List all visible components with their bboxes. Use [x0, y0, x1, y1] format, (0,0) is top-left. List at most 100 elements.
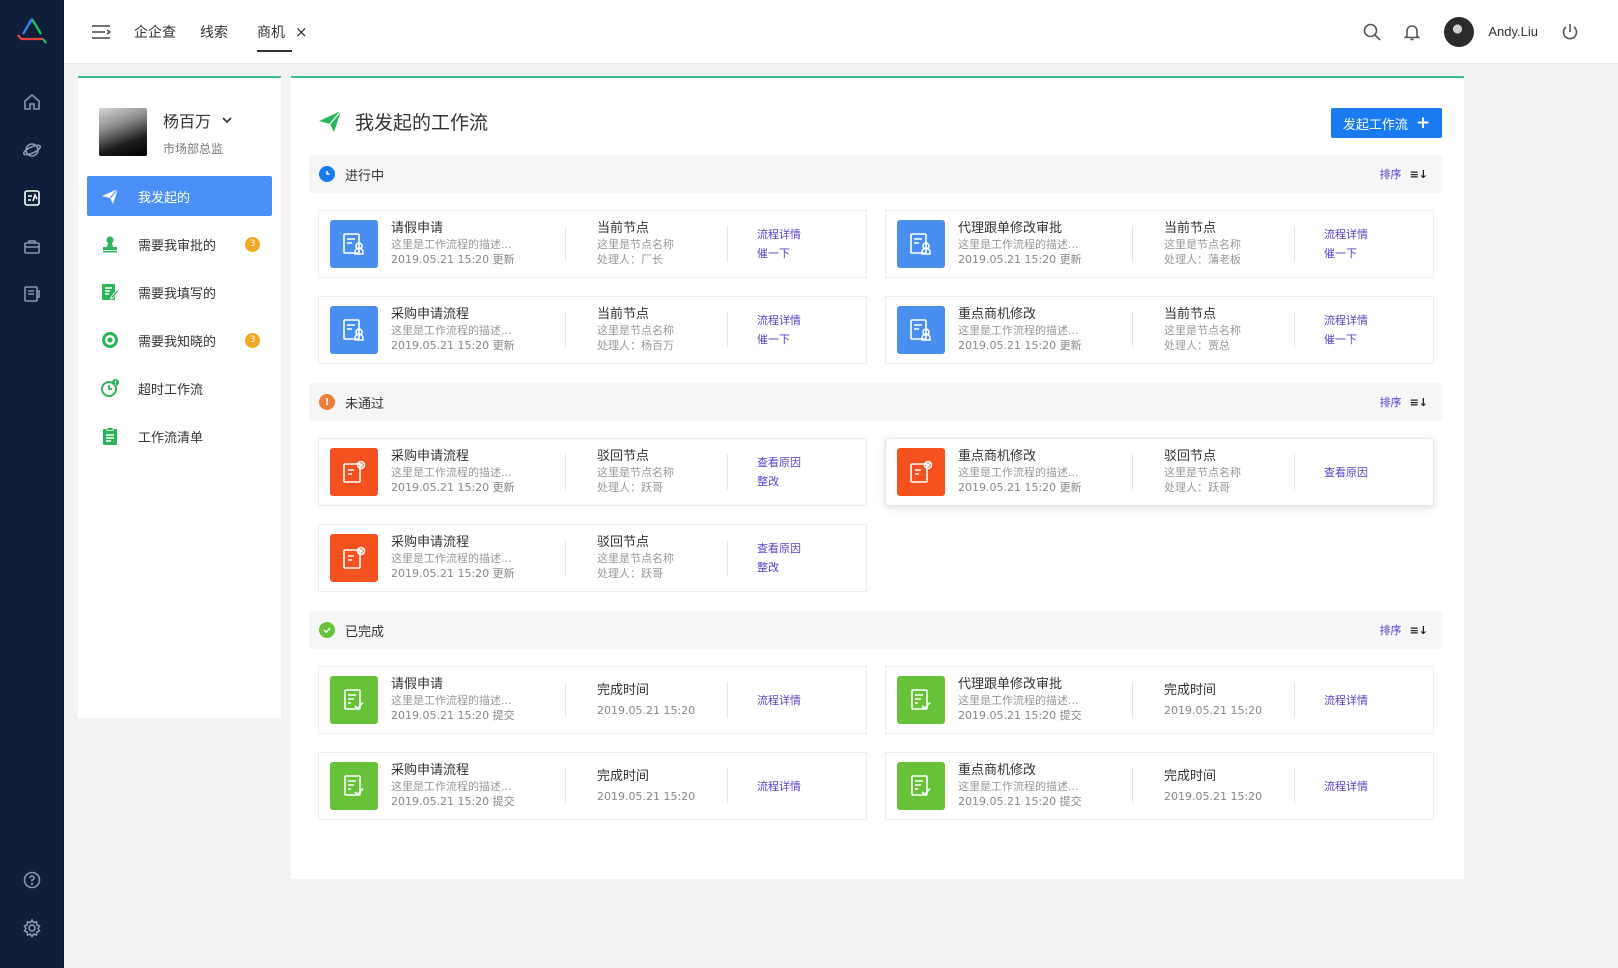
- card-desc: 这里是工作流程的描述...: [958, 466, 1079, 479]
- workflow-card[interactable]: 重点商机修改 这里是工作流程的描述... 2019.05.21 15:20 更新 驳…: [885, 438, 1434, 506]
- flow-detail-link[interactable]: 流程详情: [1324, 777, 1368, 796]
- divider: [565, 454, 566, 490]
- divider: [1132, 226, 1133, 262]
- view-reason-link[interactable]: 查看原因: [757, 453, 801, 472]
- workflow-card[interactable]: 采购申请流程 这里是工作流程的描述... 2019.05.21 15:20 提交 完…: [318, 752, 867, 820]
- workflow-card[interactable]: 重点商机修改 这里是工作流程的描述... 2019.05.21 15:20 提交 完…: [885, 752, 1434, 820]
- eye-icon: [99, 329, 121, 351]
- triangle-logo-icon: [17, 18, 47, 44]
- rail-home[interactable]: [0, 78, 64, 126]
- tab-opportunity[interactable]: 商机 ×: [257, 0, 308, 64]
- rejected-form-icon: [330, 534, 378, 582]
- card-time: 2019.05.21 15:20 更新: [391, 481, 515, 494]
- card-desc: 这里是工作流程的描述...: [391, 466, 512, 479]
- sort-button[interactable]: 排序 ≡↓: [1380, 166, 1428, 182]
- handler: 处理人：跃哥: [597, 567, 663, 580]
- view-reason-link[interactable]: 查看原因: [757, 539, 801, 558]
- workflow-card[interactable]: 重点商机修改 这里是工作流程的描述... 2019.05.21 15:20 更新 当…: [885, 296, 1434, 364]
- menu-toggle-button[interactable]: [90, 21, 112, 43]
- profile-name[interactable]: 杨百万: [163, 108, 233, 132]
- nav-item-notify[interactable]: 需要我知晓的 3: [87, 320, 272, 360]
- workflow-card[interactable]: 请假申请 这里是工作流程的描述... 2019.05.21 15:20 更新 当前节…: [318, 210, 867, 278]
- main-content: 我发起的工作流 发起工作流 + 进行中 排序 ≡↓ 请假申请 这里是工作流程的描述.…: [291, 76, 1464, 879]
- handler: 处理人：跃哥: [1164, 481, 1230, 494]
- logout-button[interactable]: [1550, 12, 1590, 52]
- app-logo[interactable]: [0, 0, 64, 64]
- avatar[interactable]: [1444, 16, 1475, 47]
- nav-item-fill[interactable]: 需要我填写的: [87, 272, 272, 312]
- divider: [727, 226, 728, 262]
- card-desc: 这里是工作流程的描述...: [391, 552, 512, 565]
- tab-qiqicha[interactable]: 企企查: [134, 0, 176, 64]
- workflow-card[interactable]: 采购申请流程这里是工作流程的描述... 2019.05.21 15:20 更新 驳…: [318, 438, 867, 506]
- workflow-icon: [24, 190, 40, 206]
- rail-briefcase[interactable]: [0, 222, 64, 270]
- workflow-card[interactable]: 代理跟单修改审批 这里是工作流程的描述... 2019.05.21 15:20 提交…: [885, 666, 1434, 734]
- section-title: 未通过: [345, 396, 385, 412]
- user-profile[interactable]: 杨百万 市场部总监: [78, 78, 281, 166]
- remind-link[interactable]: 催一下: [757, 244, 801, 263]
- node-name: 这里是节点名称: [597, 324, 674, 337]
- node-name: 这里是节点名称: [597, 466, 674, 479]
- divider: [1132, 312, 1133, 348]
- settings-icon: [23, 918, 41, 938]
- divider: [565, 312, 566, 348]
- rejected-form-icon: [330, 448, 378, 496]
- tab-clues[interactable]: 线索: [200, 0, 228, 64]
- card-title: 采购申请流程: [391, 449, 470, 464]
- flow-detail-link[interactable]: 流程详情: [757, 691, 801, 710]
- sort-label: 排序: [1379, 396, 1402, 409]
- sort-label: 排序: [1379, 168, 1402, 181]
- search-button[interactable]: [1352, 12, 1392, 52]
- sort-button[interactable]: 排序 ≡↓: [1380, 394, 1428, 410]
- workflow-card[interactable]: 代理跟单修改审批 这里是工作流程的描述... 2019.05.21 15:20 更新…: [885, 210, 1434, 278]
- handler: 处理人：蒲老板: [1164, 253, 1241, 266]
- card-desc: 这里是工作流程的描述...: [391, 324, 512, 337]
- nav-item-initiated[interactable]: 我发起的: [87, 176, 272, 216]
- finish-time: 2019.05.21 15:20: [1164, 703, 1263, 717]
- flow-detail-link[interactable]: 流程详情: [1324, 311, 1368, 330]
- workflow-card[interactable]: 采购申请流程 这里是工作流程的描述... 2019.05.21 15:20 更新 当…: [318, 296, 867, 364]
- flow-detail-link[interactable]: 流程详情: [1324, 691, 1368, 710]
- rail-workflow[interactable]: [0, 174, 64, 222]
- node-title: 完成时间: [597, 682, 650, 698]
- form-approval-icon: [897, 220, 945, 268]
- flow-detail-link[interactable]: 流程详情: [757, 777, 801, 796]
- node-name: 这里是节点名称: [1164, 324, 1241, 337]
- flow-detail-link[interactable]: 流程详情: [757, 311, 801, 330]
- remind-link[interactable]: 催一下: [1324, 330, 1368, 349]
- flow-detail-link[interactable]: 流程详情: [1324, 225, 1368, 244]
- paper-plane-icon: [99, 185, 121, 207]
- flow-detail-link[interactable]: 流程详情: [757, 225, 801, 244]
- close-icon[interactable]: ×: [295, 23, 308, 41]
- card-desc: 这里是工作流程的描述...: [958, 238, 1079, 251]
- sort-button[interactable]: 排序 ≡↓: [1380, 622, 1428, 638]
- card-time: 2019.05.21 15:20 更新: [958, 481, 1082, 494]
- rail-contract[interactable]: [0, 270, 64, 318]
- tab-label: 商机: [257, 24, 285, 41]
- top-bar: 企企查 线索 商机 × Andy.Liu: [64, 0, 1618, 64]
- nav-item-approve[interactable]: 需要我审批的 3: [87, 224, 272, 264]
- rail-planet[interactable]: [0, 126, 64, 174]
- view-reason-link[interactable]: 查看原因: [1324, 463, 1368, 482]
- completed-form-icon: [330, 762, 378, 810]
- rail-settings[interactable]: [0, 904, 64, 952]
- remind-link[interactable]: 催一下: [1324, 244, 1368, 263]
- nav-item-list[interactable]: 工作流清单: [87, 416, 272, 456]
- workflow-card[interactable]: 请假申请 这里是工作流程的描述... 2019.05.21 15:20 提交 完成时…: [318, 666, 867, 734]
- workflow-card[interactable]: 采购申请流程 这里是工作流程的描述... 2019.05.21 15:20 更新 驳…: [318, 524, 867, 592]
- notification-button[interactable]: [1392, 12, 1432, 52]
- handler: 处理人：杨百万: [597, 339, 674, 352]
- tab-label: 线索: [200, 24, 228, 41]
- nav-item-timeout[interactable]: 超时工作流: [87, 368, 272, 408]
- rail-help[interactable]: [0, 856, 64, 904]
- nav-item-label: 我发起的: [138, 190, 191, 206]
- rectify-link[interactable]: 整改: [757, 472, 801, 491]
- node-title: 驳回节点: [597, 449, 650, 464]
- stamp-icon: [99, 233, 121, 255]
- card-title: 采购申请流程: [391, 763, 470, 778]
- start-workflow-button[interactable]: 发起工作流 +: [1331, 108, 1442, 138]
- rectify-link[interactable]: 整改: [757, 558, 801, 577]
- remind-link[interactable]: 催一下: [757, 330, 801, 349]
- user-name[interactable]: Andy.Liu: [1488, 24, 1538, 39]
